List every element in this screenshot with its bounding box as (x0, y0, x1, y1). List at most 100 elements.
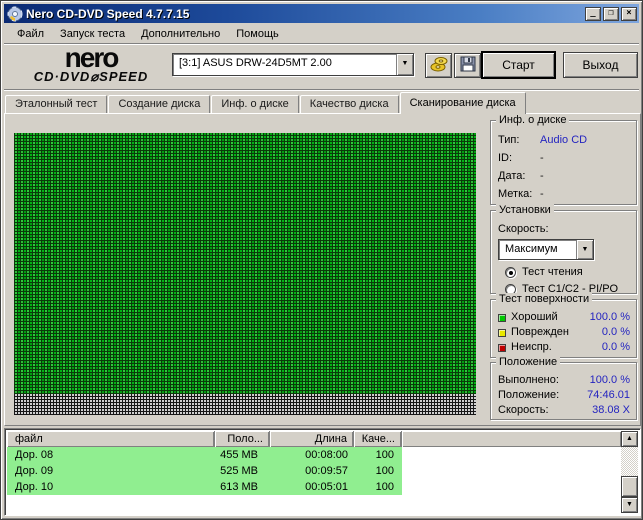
speed-select-value: Максимум (505, 243, 558, 255)
disc-id-value: - (540, 152, 544, 164)
good-legend-swatch (498, 313, 506, 322)
disc-info-title: Инф. о диске (496, 114, 570, 126)
column-header-quality[interactable]: Каче... (354, 431, 402, 447)
track-size: 613 MB (215, 479, 270, 495)
scrollbar-thumb[interactable] (621, 476, 638, 497)
read-test-option[interactable]: Тест чтения (498, 264, 630, 281)
track-quality: 100 (354, 479, 402, 495)
chevron-down-icon[interactable]: ▼ (396, 54, 413, 75)
disc-date-label: Дата: (498, 170, 526, 182)
column-header-position[interactable]: Поло... (215, 431, 270, 447)
toolbar-separator (4, 89, 639, 91)
surface-test-title: Тест поверхности (496, 293, 593, 305)
save-floppy-icon (460, 56, 476, 75)
radio-checked-icon[interactable] (505, 267, 516, 278)
chevron-down-icon[interactable]: ▼ (576, 240, 593, 259)
good-label: Хороший (511, 311, 558, 323)
scroll-down-icon[interactable]: ▼ (621, 497, 638, 513)
tab-benchmark[interactable]: Эталонный тест (5, 95, 108, 113)
table-row[interactable]: Дор. 10 613 MB 00:05:01 100 (7, 479, 621, 495)
track-size: 455 MB (215, 447, 270, 463)
scan-disc-page: Инф. о диске Тип: Audio CD ID: - Дата: - Ме… (4, 113, 641, 426)
table-row[interactable]: Дор. 09 525 MB 00:09:57 100 (7, 463, 621, 479)
menu-bar: Файл Запуск теста Дополнительно Помощь (4, 24, 639, 44)
cd-dvd-speed-logo-text: CD·DVD⌀SPEED (33, 69, 149, 84)
menu-run-test[interactable]: Запуск теста (52, 26, 133, 42)
maximize-button[interactable]: ❐ (603, 6, 619, 21)
track-quality: 100 (354, 463, 402, 479)
exit-button[interactable]: Выход (563, 52, 638, 78)
damaged-legend-swatch (498, 328, 506, 337)
done-label: Выполнено: (498, 374, 559, 386)
disc-label-label: Метка: (498, 188, 533, 200)
tab-disc-quality[interactable]: Качество диска (299, 95, 399, 113)
speed-readout-value: 38.08 X (592, 404, 630, 416)
column-header-filler (402, 431, 621, 447)
scroll-up-icon[interactable]: ▲ (621, 431, 638, 447)
drive-select-value: [3:1] ASUS DRW-24D5MT 2.00 (179, 57, 332, 69)
read-test-label: Тест чтения (522, 266, 583, 278)
scan-grid-empty-area (14, 394, 476, 415)
scan-grid-good-area (14, 133, 476, 394)
speed-select[interactable]: Максимум ▼ (498, 239, 594, 260)
column-header-file[interactable]: файл (7, 431, 215, 447)
tab-create-disc[interactable]: Создание диска (108, 95, 211, 113)
titlebar[interactable]: Nero CD-DVD Speed 4.7.7.15 _ ❐ × (4, 4, 639, 23)
vertical-scrollbar[interactable]: ▲ ▼ (621, 431, 638, 513)
speed-readout-label: Скорость: (498, 404, 549, 416)
good-value: 100.0 % (589, 311, 630, 323)
toolbar: nero CD·DVD⌀SPEED [3:1] ASUS DRW-24D5MT … (4, 42, 639, 89)
bad-legend-swatch (498, 343, 506, 352)
position-group: Положение Выполнено: 100.0 % Положение: 74… (490, 356, 637, 420)
disc-type-label: Тип: (498, 134, 520, 146)
eject-button[interactable] (425, 53, 452, 78)
column-header-length[interactable]: Длина (270, 431, 354, 447)
track-quality: 100 (354, 447, 402, 463)
track-list: файл Поло... Длина Каче... Дор. 08 455 M… (7, 431, 621, 513)
tab-scan-disc[interactable]: Сканирование диска (399, 92, 526, 114)
surface-test-group: Тест поверхности Хороший 100.0 % Поврежд… (490, 293, 637, 358)
disc-id-label: ID: (498, 152, 513, 164)
track-name: Дор. 10 (7, 479, 215, 495)
minimize-button[interactable]: _ (585, 6, 601, 21)
disc-type-value: Audio CD (540, 134, 588, 146)
damaged-label: Поврежден (511, 326, 569, 338)
table-row[interactable]: Дор. 08 455 MB 00:08:00 100 (7, 447, 621, 463)
track-length: 00:08:00 (270, 447, 354, 463)
window-title: Nero CD-DVD Speed 4.7.7.15 (26, 6, 190, 21)
damaged-value: 0.0 % (601, 326, 630, 338)
menu-file[interactable]: Файл (9, 26, 52, 42)
disc-date-value: - (540, 170, 544, 182)
track-list-panel: файл Поло... Длина Каче... Дор. 08 455 M… (4, 428, 641, 516)
track-list-header: файл Поло... Длина Каче... (7, 431, 621, 447)
done-value: 100.0 % (589, 374, 630, 386)
eject-disc-icon (429, 55, 449, 76)
surface-scan-grid (14, 133, 476, 415)
track-size: 525 MB (215, 463, 270, 479)
settings-title: Установки (496, 204, 554, 216)
tab-strip: Эталонный тест Создание диска Инф. о дис… (5, 92, 527, 114)
position-title: Положение (496, 356, 561, 368)
bad-label: Неиспр. (511, 341, 552, 353)
menu-help[interactable]: Помощь (228, 26, 287, 42)
speed-label: Скорость: (498, 223, 549, 235)
position-label: Положение: (498, 389, 560, 401)
disc-info-group: Инф. о диске Тип: Audio CD ID: - Дата: - Ме… (490, 114, 637, 205)
track-length: 00:09:57 (270, 463, 354, 479)
track-length: 00:05:01 (270, 479, 354, 495)
settings-group: Установки Скорость: Максимум ▼ Тест чтен… (490, 204, 637, 295)
tab-disc-info[interactable]: Инф. о диске (211, 95, 299, 113)
start-button[interactable]: Старт (482, 52, 555, 78)
app-window: Nero CD-DVD Speed 4.7.7.15 _ ❐ × Файл За… (0, 0, 643, 520)
app-icon (7, 6, 23, 22)
drive-select[interactable]: [3:1] ASUS DRW-24D5MT 2.00 ▼ (172, 53, 414, 76)
save-button[interactable] (454, 53, 481, 78)
bad-value: 0.0 % (601, 341, 630, 353)
nero-logo-text: nero (64, 42, 120, 73)
menu-extra[interactable]: Дополнительно (133, 26, 228, 42)
close-button[interactable]: × (621, 6, 637, 21)
track-name: Дор. 08 (7, 447, 215, 463)
position-value: 74:46.01 (587, 389, 630, 401)
disc-label-value: - (540, 188, 544, 200)
track-name: Дор. 09 (7, 463, 215, 479)
